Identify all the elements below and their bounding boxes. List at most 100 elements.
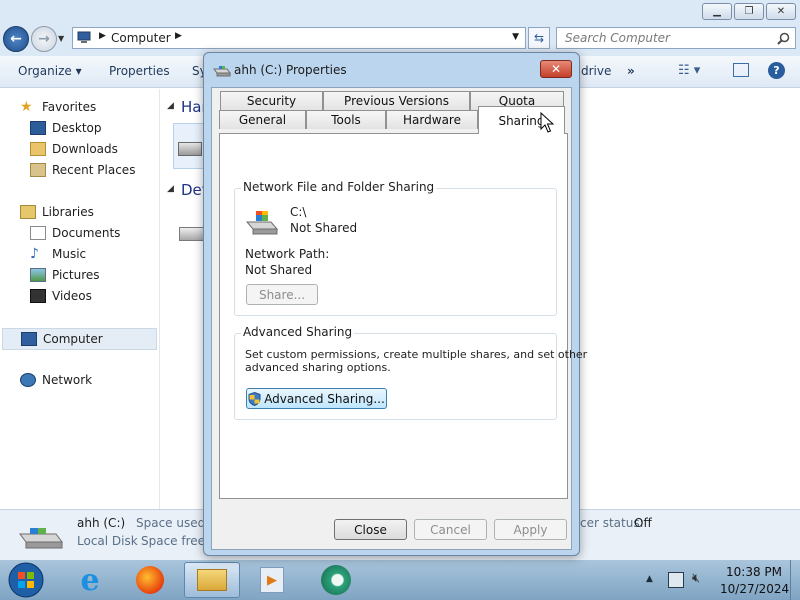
taskbar-internet-explorer[interactable]: e — [64, 562, 116, 598]
nav-music[interactable]: ♪ Music — [30, 244, 86, 264]
taskbar-media-player[interactable]: ▶ — [246, 562, 298, 598]
tab-hardware[interactable]: Hardware — [386, 110, 478, 129]
preview-pane-icon[interactable] — [733, 63, 749, 77]
nav-videos[interactable]: Videos — [30, 286, 92, 306]
nav-favorites[interactable]: ★ Favorites — [20, 97, 96, 117]
nav-libraries[interactable]: Libraries — [20, 202, 94, 222]
advanced-sharing-title: Advanced Sharing — [241, 325, 355, 339]
more-commands-button[interactable]: » — [627, 64, 635, 78]
computer-icon — [77, 31, 91, 43]
drive-icon — [213, 66, 231, 77]
drive-c-item[interactable] — [173, 123, 207, 169]
group-collapse-icon[interactable]: ◢ — [167, 101, 174, 111]
navigation-pane: ★ Favorites Desktop Downloads Recent Pla… — [0, 89, 160, 509]
close-icon: ✕ — [776, 6, 786, 17]
downloads-folder-icon — [30, 142, 46, 156]
refresh-button[interactable]: ⇆ — [528, 27, 550, 49]
network-icon — [20, 373, 36, 387]
network-sharing-group: Network File and Folder Sharing C:\ Not … — [234, 180, 557, 316]
internet-explorer-icon: e — [80, 562, 100, 598]
close-button[interactable]: ✕ — [766, 3, 796, 20]
nav-downloads[interactable]: Downloads — [30, 139, 118, 159]
search-placeholder: Search Computer — [565, 31, 670, 45]
taskbar: e ▶ ▲ 🔇︎ 10:38 PM 10/27/2024 — [0, 560, 800, 600]
nav-documents[interactable]: Documents — [30, 223, 120, 243]
taskbar-explorer[interactable] — [184, 562, 240, 598]
network-tray-icon[interactable] — [668, 572, 684, 588]
minimize-button[interactable]: ▁ — [702, 3, 732, 20]
taskbar-app[interactable] — [310, 562, 362, 598]
change-view-icon[interactable]: ☷ ▾ — [678, 63, 700, 78]
help-icon[interactable]: ? — [768, 62, 785, 79]
recent-places-icon — [30, 163, 46, 177]
cancel-button[interactable]: Cancel — [414, 519, 487, 540]
search-icon — [777, 32, 790, 45]
nav-network[interactable]: Network — [20, 370, 92, 390]
network-path-label: Network Path: — [245, 247, 330, 261]
documents-icon — [30, 226, 46, 240]
search-box[interactable]: Search Computer — [556, 27, 796, 49]
sharing-tab-panel: Network File and Folder Sharing C:\ Not … — [219, 133, 587, 499]
details-drive-name: ahh (C:) — [77, 516, 126, 530]
details-status-value: Off — [634, 516, 652, 530]
dialog-close-button[interactable]: ✕ — [540, 60, 572, 78]
map-network-drive-button[interactable]: drive — [581, 64, 611, 78]
nav-pictures[interactable]: Pictures — [30, 265, 100, 285]
dialog-close-action-button[interactable]: Close — [334, 519, 407, 540]
drive-icon — [19, 528, 63, 549]
clock-time[interactable]: 10:38 PM — [726, 565, 782, 579]
music-icon: ♪ — [30, 246, 39, 262]
address-dropdown-icon[interactable]: ▼ — [512, 32, 519, 42]
firefox-icon — [136, 566, 164, 594]
libraries-icon — [20, 205, 36, 219]
nav-desktop[interactable]: Desktop — [30, 118, 102, 138]
drive-icon — [178, 142, 202, 156]
advanced-sharing-button[interactable]: Advanced Sharing... — [246, 388, 387, 409]
start-button[interactable] — [0, 562, 52, 598]
shared-drive-icon — [245, 211, 279, 235]
close-icon: ✕ — [550, 62, 562, 76]
tab-previous-versions[interactable]: Previous Versions — [323, 91, 470, 110]
maximize-button[interactable]: ❐ — [734, 3, 764, 20]
dvd-drive-icon — [179, 227, 205, 241]
tab-security[interactable]: Security — [220, 91, 323, 110]
dialog-body: Security Previous Versions Quota General… — [211, 87, 587, 550]
show-desktop-button[interactable] — [790, 560, 800, 600]
group-collapse-icon[interactable]: ◢ — [167, 184, 174, 194]
minimize-icon: ▁ — [713, 6, 721, 17]
computer-icon — [21, 332, 37, 346]
volume-muted-icon[interactable]: 🔇︎ — [692, 571, 700, 586]
advanced-sharing-description-1: Set custom permissions, create multiple … — [245, 348, 588, 361]
uac-shield-icon — [248, 391, 261, 406]
videos-icon — [30, 289, 46, 303]
star-icon: ★ — [20, 99, 33, 115]
properties-dialog: ahh (C:) Properties ✕ Security Previous … — [203, 52, 587, 556]
breadcrumb-arrow-icon: ▶ — [99, 31, 106, 41]
dialog-title: ahh (C:) Properties — [234, 63, 347, 77]
organize-menu[interactable]: Organize ▾ — [18, 64, 82, 78]
clock-date[interactable]: 10/27/2024 — [720, 582, 789, 596]
apply-button[interactable]: Apply — [494, 519, 567, 540]
address-path: Computer — [111, 31, 171, 45]
mouse-cursor-icon — [540, 112, 554, 133]
advanced-sharing-description-2: advanced sharing options. — [245, 361, 391, 374]
share-path: C:\ — [290, 205, 307, 219]
advanced-sharing-group: Advanced Sharing Set custom permissions,… — [234, 325, 587, 420]
tab-tools[interactable]: Tools — [306, 110, 386, 129]
properties-button[interactable]: Properties — [109, 64, 170, 78]
nav-computer[interactable]: Computer — [2, 328, 157, 350]
share-button[interactable]: Share... — [246, 284, 318, 305]
taskbar-firefox[interactable] — [124, 562, 176, 598]
forward-arrow-icon: → — [38, 31, 50, 47]
breadcrumb-arrow-icon: ▶ — [175, 31, 182, 41]
nav-recent-places[interactable]: Recent Places — [30, 160, 135, 180]
tab-general[interactable]: General — [219, 110, 306, 129]
folder-icon — [197, 569, 227, 591]
pictures-icon — [30, 268, 46, 282]
back-button[interactable]: ← — [3, 26, 29, 52]
show-hidden-icons-icon[interactable]: ▲ — [646, 574, 653, 584]
address-box[interactable]: ▶ Computer ▶ ▼ — [72, 27, 526, 49]
recent-pages-dropdown[interactable]: ▼ — [58, 34, 64, 43]
forward-button[interactable]: → — [31, 26, 57, 52]
details-drive-type: Local Disk — [77, 534, 138, 548]
